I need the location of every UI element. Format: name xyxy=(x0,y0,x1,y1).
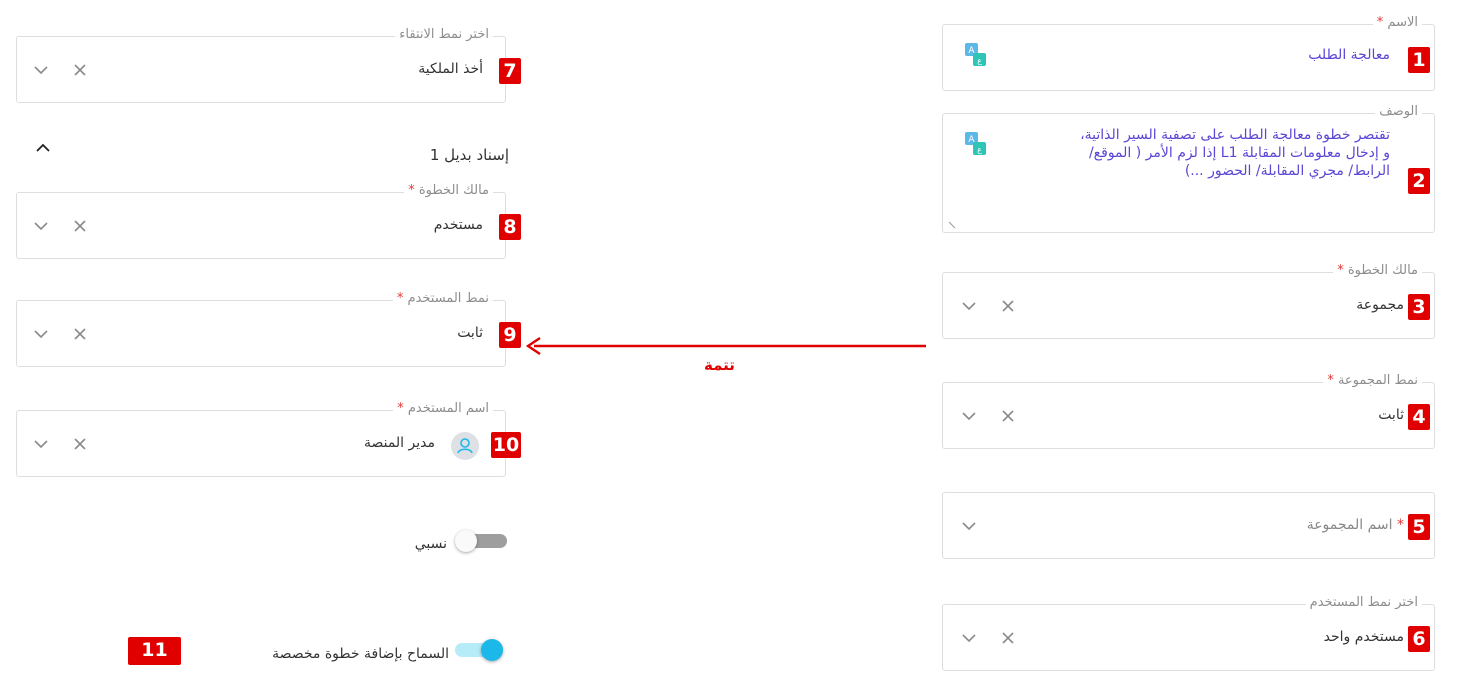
custom-step-toggle-label: السماح بإضافة خطوة مخصصة xyxy=(272,646,449,662)
clear-icon[interactable] xyxy=(73,219,87,233)
avatar xyxy=(451,432,479,460)
step-owner-field[interactable]: مالك الخطوة * مجموعة 3 xyxy=(942,262,1435,339)
name-label: الاسم * xyxy=(1372,14,1422,32)
clear-icon[interactable] xyxy=(73,63,87,77)
relative-toggle-label: نسبي xyxy=(414,536,447,552)
annotation-badge-9: 9 xyxy=(499,322,521,348)
alt-user-name-field[interactable]: اسم المستخدم * مدير المنصة 10 xyxy=(16,400,521,477)
alt-user-pattern-field[interactable]: نمط المستخدم * ثابت 9 xyxy=(16,290,521,367)
annotation-badge-8: 8 xyxy=(499,214,521,240)
name-value[interactable]: معالجة الطلب xyxy=(1308,47,1390,63)
alt-user-pattern-value: ثابت xyxy=(457,325,483,341)
annotation-badge-1: 1 xyxy=(1408,47,1430,73)
relative-toggle[interactable] xyxy=(455,528,515,554)
alt-step-owner-label: مالك الخطوة * xyxy=(404,182,493,200)
group-pattern-label: نمط المجموعة * xyxy=(1323,372,1422,390)
selection-pattern-field[interactable]: اختر نمط الانتقاء أخذ الملكية 7 xyxy=(16,26,521,103)
alt-step-owner-field[interactable]: مالك الخطوة * مستخدم 8 xyxy=(16,182,521,259)
chevron-down-icon[interactable] xyxy=(962,411,976,421)
description-label: الوصف xyxy=(1375,103,1422,121)
step-owner-value: مجموعة xyxy=(1356,297,1404,313)
annotation-badge-4: 4 xyxy=(1408,404,1430,430)
clear-icon[interactable] xyxy=(1001,409,1015,423)
group-pattern-value: ثابت xyxy=(1378,407,1404,423)
chevron-down-icon[interactable] xyxy=(962,633,976,643)
relative-toggle-knob xyxy=(455,530,477,552)
alt-user-pattern-label: نمط المستخدم * xyxy=(392,290,493,308)
continuation-label: تتمة xyxy=(704,356,735,374)
user-pattern-value: مستخدم واحد xyxy=(1323,629,1404,645)
svg-text:ع: ع xyxy=(977,56,982,65)
annotation-badge-6: 6 xyxy=(1408,626,1430,652)
clear-icon[interactable] xyxy=(73,327,87,341)
translate-icon[interactable]: A ع xyxy=(965,132,987,156)
user-pattern-field[interactable]: اختر نمط المستخدم مستخدم واحد 6 xyxy=(942,594,1435,671)
annotation-badge-3: 3 xyxy=(1408,294,1430,320)
alt-user-name-value: مدير المنصة xyxy=(363,435,435,451)
resize-grip-icon[interactable] xyxy=(947,220,957,230)
chevron-down-icon[interactable] xyxy=(34,65,48,75)
chevron-up-icon[interactable] xyxy=(35,142,51,154)
annotation-badge-11: 11 xyxy=(128,637,181,665)
description-field[interactable]: الوصف تقتصر خطوة معالجة الطلب على تصفية … xyxy=(942,103,1435,233)
custom-step-toggle-knob xyxy=(481,639,503,661)
chevron-down-icon[interactable] xyxy=(962,301,976,311)
chevron-down-icon[interactable] xyxy=(962,521,976,531)
chevron-down-icon[interactable] xyxy=(34,221,48,231)
group-name-field[interactable]: * اسم المجموعة 5 xyxy=(942,492,1435,559)
alt-assignment-title: إسناد بديل 1 xyxy=(429,146,509,164)
chevron-down-icon[interactable] xyxy=(34,439,48,449)
annotation-badge-10: 10 xyxy=(491,432,521,458)
description-text[interactable]: تقتصر خطوة معالجة الطلب على تصفية السير … xyxy=(960,126,1390,180)
group-name-placeholder[interactable]: * اسم المجموعة xyxy=(1307,517,1404,533)
selection-pattern-value: أخذ الملكية xyxy=(418,61,483,77)
chevron-down-icon[interactable] xyxy=(34,329,48,339)
custom-step-toggle[interactable] xyxy=(455,637,515,663)
alt-user-name-label: اسم المستخدم * xyxy=(393,400,493,418)
alt-step-owner-value: مستخدم xyxy=(433,217,483,233)
user-icon xyxy=(457,438,473,454)
svg-text:ع: ع xyxy=(977,145,982,154)
clear-icon[interactable] xyxy=(73,437,87,451)
clear-icon[interactable] xyxy=(1001,299,1015,313)
group-pattern-field[interactable]: نمط المجموعة * ثابت 4 xyxy=(942,372,1435,449)
continuation-arrow xyxy=(525,337,926,355)
annotation-badge-2: 2 xyxy=(1408,168,1430,194)
annotation-badge-7: 7 xyxy=(499,58,521,84)
name-field[interactable]: الاسم * معالجة الطلب 1 A ع xyxy=(942,14,1435,91)
selection-pattern-label: اختر نمط الانتقاء xyxy=(395,26,493,44)
translate-icon[interactable]: A ع xyxy=(965,43,987,67)
clear-icon[interactable] xyxy=(1001,631,1015,645)
annotation-badge-5: 5 xyxy=(1408,514,1430,540)
step-owner-label: مالك الخطوة * xyxy=(1333,262,1422,280)
user-pattern-label: اختر نمط المستخدم xyxy=(1305,594,1422,612)
